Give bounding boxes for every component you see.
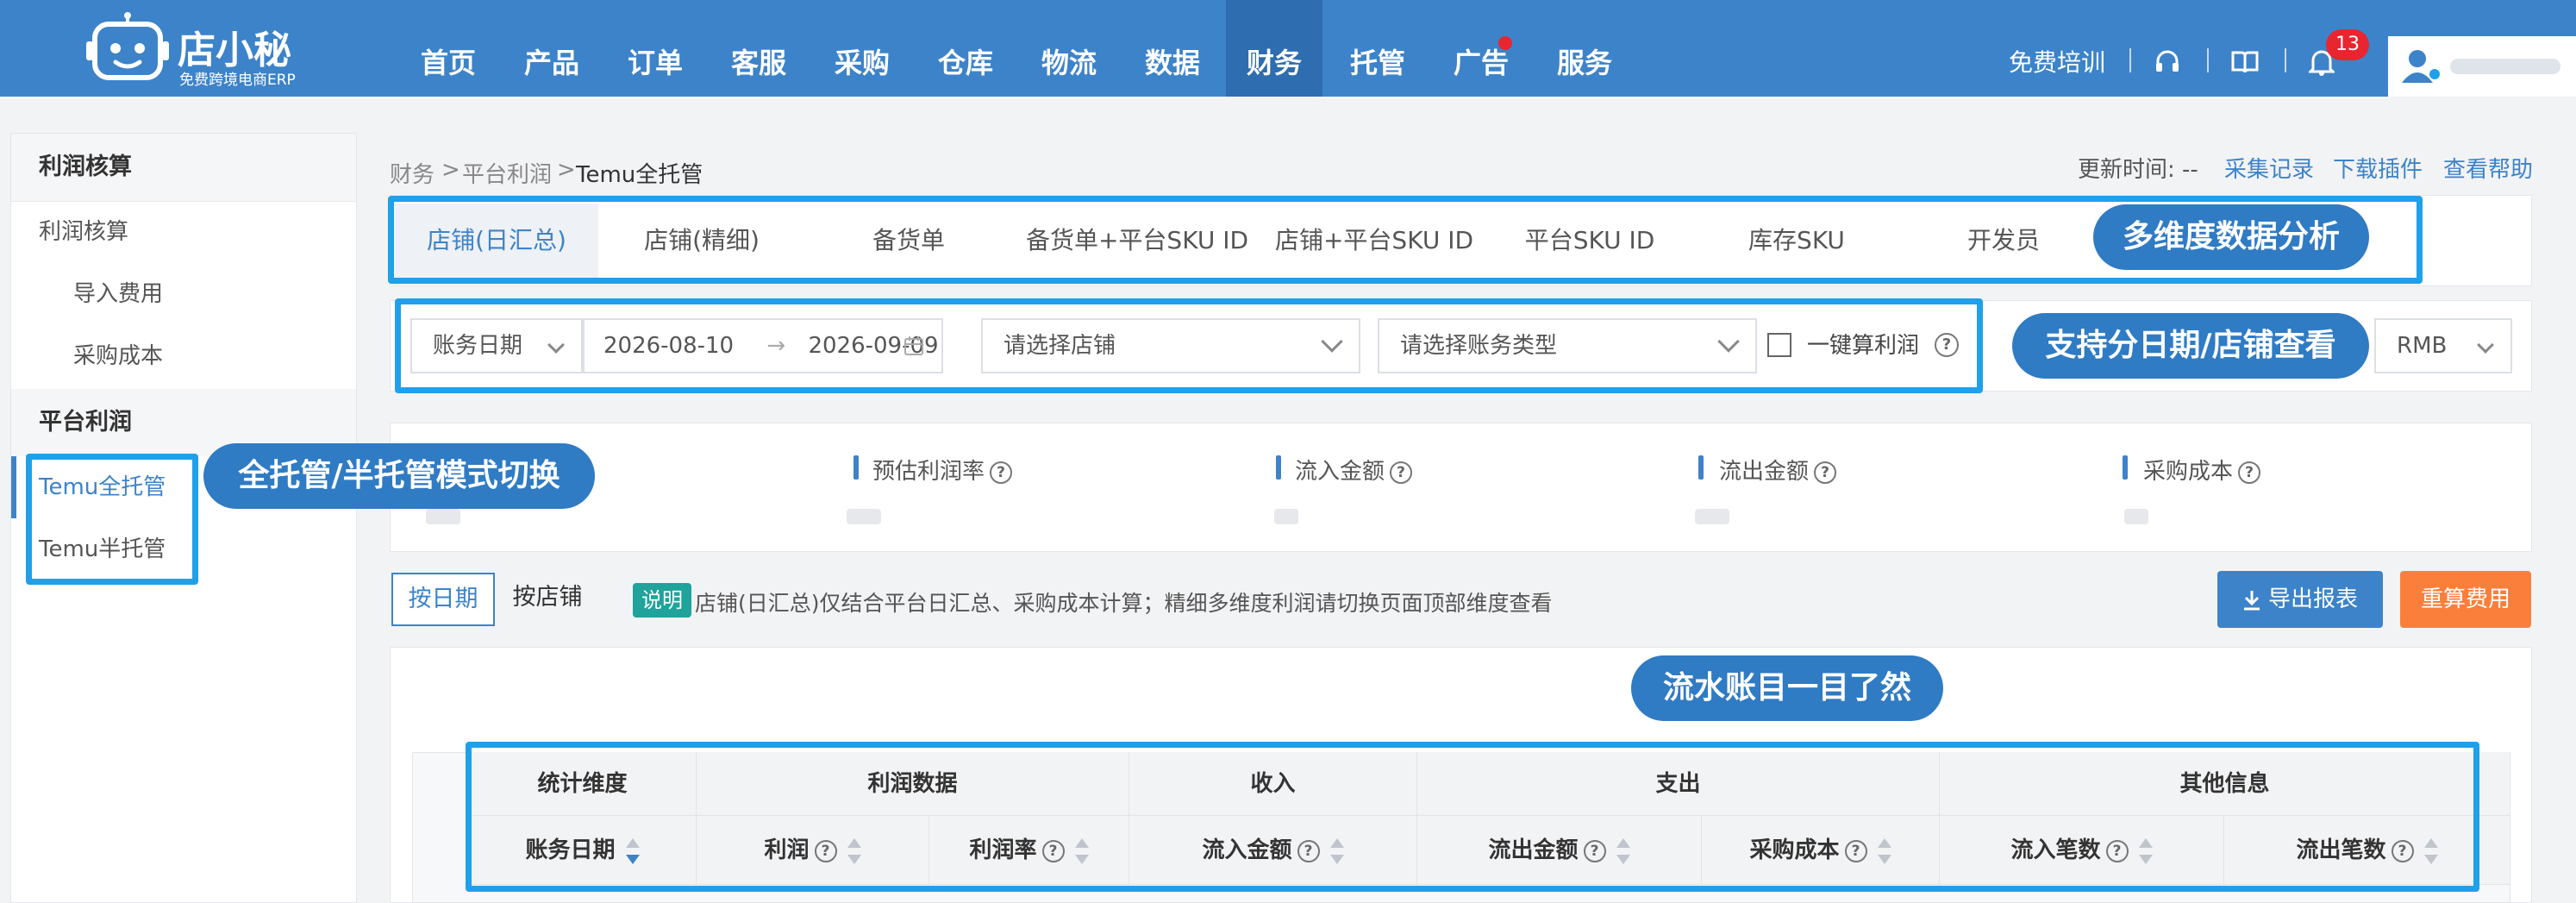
callout-ledger: 流水账目一目了然	[1631, 655, 1943, 721]
help-icon[interactable]: ?	[2238, 461, 2261, 484]
user-menu[interactable]	[2388, 36, 2576, 97]
highlight-filters	[395, 298, 1983, 393]
stat-accent-bar	[1276, 455, 1281, 480]
logo-subtitle: 免费跨境电商ERP	[179, 72, 296, 89]
stat-value-blurred	[847, 509, 881, 524]
export-report-button[interactable]: 导出报表	[2217, 571, 2383, 628]
sidebar-item-profit-accounting[interactable]: 利润核算	[11, 201, 356, 263]
callout-multi-dimension: 多维度数据分析	[2093, 204, 2369, 270]
toggle-by-date[interactable]: 按日期	[391, 573, 495, 626]
stat-value-blurred	[1695, 509, 1729, 524]
book-icon[interactable]	[2231, 50, 2259, 74]
callout-date-store: 支持分日期/店铺查看	[2012, 313, 2369, 379]
stats-panel	[390, 423, 2532, 552]
sidebar-item-purchase-cost[interactable]: 采购成本	[11, 325, 356, 387]
stat-outflow: 流出金额?	[1719, 454, 1837, 486]
stat-profit-rate: 预估利润率?	[872, 454, 1013, 486]
callout-mode-switch: 全托管/半托管模式切换	[203, 443, 595, 509]
update-time: 更新时间: --	[2078, 157, 2198, 183]
stat-inflow: 流入金额?	[1295, 454, 1413, 486]
nav-products[interactable]: 产品	[509, 0, 595, 97]
note-tag: 说明	[633, 583, 691, 618]
ads-new-dot	[1498, 36, 1512, 50]
topbar-divider	[2207, 48, 2209, 72]
stat-purchase-cost: 采购成本?	[2143, 454, 2261, 486]
help-icon[interactable]: ?	[1814, 461, 1837, 484]
logo-title: 店小秘	[178, 28, 291, 72]
stat-value-blurred	[2124, 509, 2148, 524]
username-blurred	[2450, 59, 2560, 74]
stat-value-blurred	[426, 509, 460, 524]
highlight-mode-switch	[26, 454, 198, 585]
breadcrumb-platform-profit[interactable]: 平台利润	[462, 157, 552, 189]
download-icon	[2243, 590, 2260, 610]
currency-select[interactable]: RMB	[2374, 318, 2512, 373]
breadcrumb-separator: >	[557, 157, 576, 183]
nav-ads[interactable]: 广告	[1438, 0, 1524, 97]
nav-logistics[interactable]: 物流	[1026, 0, 1112, 97]
top-nav-bar: 店小秘 免费跨境电商ERP 首页 产品 订单 客服 采购 仓库 物流 数据 财务…	[0, 0, 2576, 97]
highlight-ledger-table	[466, 742, 2479, 892]
stat-value-blurred	[1274, 509, 1298, 524]
notification-badge: 13	[2326, 29, 2369, 60]
free-training-link[interactable]: 免费培训	[2009, 0, 2112, 97]
topbar-divider	[2285, 48, 2286, 72]
nav-hosting[interactable]: 托管	[1335, 0, 1421, 97]
breadcrumb-finance[interactable]: 财务	[390, 157, 435, 189]
toggle-by-store[interactable]: 按店铺	[500, 573, 595, 626]
collection-records-link[interactable]: 采集记录	[2224, 152, 2314, 184]
chevron-down-icon	[2477, 336, 2494, 354]
nav-orders[interactable]: 订单	[612, 0, 698, 97]
nav-purchasing[interactable]: 采购	[819, 0, 905, 97]
breadcrumb-current: Temu全托管	[576, 162, 703, 188]
sidebar-section-profit-accounting: 利润核算	[11, 134, 356, 201]
stat-accent-bar	[1698, 455, 1704, 480]
breadcrumb-separator: >	[441, 157, 460, 183]
view-help-link[interactable]: 查看帮助	[2443, 152, 2533, 184]
headset-icon[interactable]	[2154, 48, 2181, 76]
robot-logo-icon	[86, 12, 169, 80]
note-text: 店铺(日汇总)仅结合平台日汇总、采购成本计算；精细多维度利润请切换页面顶部维度查…	[695, 591, 1553, 616]
help-icon[interactable]: ?	[1390, 461, 1413, 484]
sidebar-item-import-fees[interactable]: 导入费用	[11, 263, 356, 325]
help-icon[interactable]: ?	[990, 461, 1013, 484]
stat-accent-bar	[853, 455, 859, 480]
nav-services[interactable]: 服务	[1541, 0, 1628, 97]
recalculate-fees-button[interactable]: 重算费用	[2400, 571, 2531, 628]
nav-finance[interactable]: 财务	[1226, 0, 1322, 97]
topbar-divider	[2129, 48, 2131, 72]
download-plugin-link[interactable]: 下载插件	[2333, 152, 2423, 184]
nav-home[interactable]: 首页	[405, 0, 491, 97]
stat-accent-bar	[2123, 455, 2128, 480]
logo[interactable]: 店小秘 免费跨境电商ERP	[86, 7, 310, 90]
user-avatar-icon	[2402, 50, 2440, 83]
nav-data[interactable]: 数据	[1129, 0, 1216, 97]
nav-customer-service[interactable]: 客服	[716, 0, 802, 97]
nav-warehouse[interactable]: 仓库	[922, 0, 1009, 97]
